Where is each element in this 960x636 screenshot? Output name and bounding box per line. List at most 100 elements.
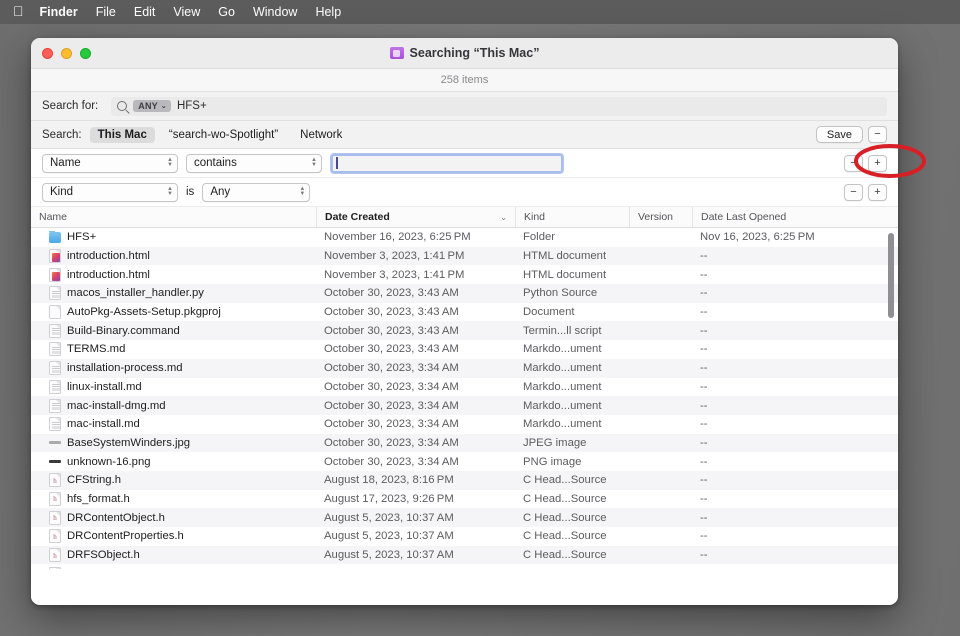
criteria-row-2-controls: − + (844, 184, 887, 201)
markdown-document-icon (49, 361, 61, 375)
file-list[interactable]: HFS+November 16, 2023, 6:25 PMFolderNov … (31, 228, 898, 569)
save-search-button[interactable]: Save (816, 126, 863, 143)
criteria-condition-select-1[interactable]: contains ▲▼ (186, 154, 322, 173)
table-row[interactable]: Build-Binary.commandOctober 30, 2023, 3:… (31, 321, 898, 340)
c-header-icon (49, 473, 61, 487)
cell-date-created: August 17, 2023, 9:26 PM (316, 493, 515, 505)
file-name-label: unknown-16.png (67, 456, 151, 468)
table-row[interactable]: linux-install.mdOctober 30, 2023, 3:34 A… (31, 378, 898, 397)
document-icon (49, 305, 61, 319)
cell-kind: HTML document (515, 269, 629, 281)
search-token-field[interactable]: ANY ⌄ HFS+ (111, 97, 887, 116)
cell-name: mac-install-dmg.md (31, 399, 316, 413)
cell-kind: Markdo...ument (515, 381, 629, 393)
cell-name: hfs_format.h (31, 492, 316, 506)
table-row[interactable]: CFString.hAugust 18, 2023, 8:16 PMC Head… (31, 471, 898, 490)
cell-date-last-opened: -- (692, 362, 882, 374)
markdown-document-icon (49, 417, 61, 431)
menu-bar:  Finder File Edit View Go Window Help (0, 0, 960, 24)
stepper-arrows-icon: ▲▼ (299, 187, 305, 197)
cell-date-created: October 30, 2023, 3:43 AM (316, 306, 515, 318)
menu-item-file[interactable]: File (96, 5, 116, 19)
table-row[interactable]: mac-install-dmg.mdOctober 30, 2023, 3:34… (31, 396, 898, 415)
criteria-attribute-select-2[interactable]: Kind ▲▼ (42, 183, 178, 202)
column-header-date-created-label: Date Created (325, 211, 390, 223)
menu-item-help[interactable]: Help (315, 5, 341, 19)
table-row[interactable]: introduction.htmlNovember 3, 2023, 1:41 … (31, 265, 898, 284)
cell-kind: Termin...ll script (515, 325, 629, 337)
criteria-value-select-2[interactable]: Any ▲▼ (202, 183, 310, 202)
png-image-icon (49, 460, 61, 464)
criteria-attribute-select-1[interactable]: Name ▲▼ (42, 154, 178, 173)
cell-kind: C Head...Source (515, 493, 629, 505)
collapse-criteria-button[interactable]: − (868, 126, 887, 143)
column-header-version[interactable]: Version (629, 207, 692, 227)
criteria-text-input-1[interactable] (330, 153, 564, 174)
cell-name: DRContentProperties.h (31, 529, 316, 543)
remove-criteria-button-1[interactable]: − (844, 155, 863, 172)
file-name-label: CFString.h (67, 474, 121, 486)
criteria-row-1-controls: − + (844, 155, 887, 172)
scope-tab-this-mac[interactable]: This Mac (90, 127, 155, 143)
cell-name: introduction.html (31, 268, 316, 282)
remove-criteria-button-2[interactable]: − (844, 184, 863, 201)
table-row[interactable]: installation-process.mdOctober 30, 2023,… (31, 359, 898, 378)
apple-logo-icon[interactable]:  (13, 4, 24, 18)
menu-item-window[interactable]: Window (253, 5, 297, 19)
search-query-text: HFS+ (177, 100, 207, 112)
cell-name: Build-Binary.command (31, 324, 316, 338)
c-header-icon (49, 529, 61, 543)
file-name-label: hfs_format.h (67, 493, 130, 505)
add-criteria-button-1[interactable]: + (868, 155, 887, 172)
column-header-name[interactable]: Name (31, 207, 316, 227)
cell-name: CFString.h (31, 473, 316, 487)
column-header-date-created[interactable]: Date Created ⌄ (316, 207, 515, 227)
cell-kind: Document (515, 306, 629, 318)
criteria-attribute-value-1: Name (50, 157, 81, 169)
table-row[interactable]: DRFSObject.hAugust 5, 2023, 10:37 AMC He… (31, 546, 898, 565)
cell-date-last-opened: -- (692, 456, 882, 468)
markdown-document-icon (49, 342, 61, 356)
column-header-date-last-opened-label: Date Last Opened (701, 211, 786, 223)
add-criteria-button-2[interactable]: + (868, 184, 887, 201)
cell-date-last-opened: -- (692, 474, 882, 486)
c-header-icon (49, 548, 61, 562)
cell-name: BaseSystemWinders.jpg (31, 437, 316, 449)
file-name-label: TERMS.md (67, 343, 125, 355)
menu-item-view[interactable]: View (173, 5, 200, 19)
any-scope-token[interactable]: ANY ⌄ (133, 100, 171, 112)
column-header-kind[interactable]: Kind (515, 207, 629, 227)
table-row[interactable]: AutoPkg-Assets-Setup.pkgprojOctober 30, … (31, 303, 898, 322)
table-row[interactable]: unknown-16.pngOctober 30, 2023, 3:34 AMP… (31, 452, 898, 471)
cell-kind: Markdo...ument (515, 343, 629, 355)
table-row[interactable]: mac-install.mdOctober 30, 2023, 3:34 AMM… (31, 415, 898, 434)
table-row[interactable]: hfs_format.h August 17, 2023, 9:26 PMC He… (31, 490, 898, 509)
scope-tab-search-wo-spotlight[interactable]: “search-wo-Spotlight” (161, 127, 286, 143)
stepper-arrows-icon: ▲▼ (311, 158, 317, 168)
cell-date-created: October 30, 2023, 3:34 AM (316, 381, 515, 393)
menu-item-go[interactable]: Go (218, 5, 235, 19)
table-row[interactable]: BaseSystemWinders.jpgOctober 30, 2023, 3… (31, 434, 898, 453)
cell-date-last-opened: Nov 16, 2023, 6:25 PM (692, 231, 882, 243)
menu-item-finder[interactable]: Finder (40, 5, 78, 19)
menu-item-edit[interactable]: Edit (134, 5, 156, 19)
vertical-scrollbar-thumb[interactable] (888, 233, 894, 318)
cell-name: macos_installer_handler.py (31, 286, 316, 300)
file-name-label: introduction.html (67, 250, 150, 262)
search-for-bar: Search for: ANY ⌄ HFS+ (31, 92, 898, 121)
scope-tab-network[interactable]: Network (292, 127, 350, 143)
cell-name: TERMS.md (31, 342, 316, 356)
cell-date-created: October 30, 2023, 3:34 AM (316, 400, 515, 412)
column-header-date-last-opened[interactable]: Date Last Opened (692, 207, 882, 227)
table-row[interactable]: HFS+November 16, 2023, 6:25 PMFolderNov … (31, 228, 898, 247)
table-row[interactable]: DRTrack.hAugust 5, 2023, 10:37 AMC Head.… (31, 564, 898, 569)
table-row[interactable]: DRContentObject.hAugust 5, 2023, 10:37 A… (31, 508, 898, 527)
table-row[interactable]: TERMS.mdOctober 30, 2023, 3:43 AMMarkdo.… (31, 340, 898, 359)
cell-name: unknown-16.png (31, 456, 316, 468)
cell-date-created: August 5, 2023, 10:37 AM (316, 512, 515, 524)
shell-script-icon (49, 324, 61, 338)
table-row[interactable]: macos_installer_handler.pyOctober 30, 20… (31, 284, 898, 303)
table-row[interactable]: introduction.htmlNovember 3, 2023, 1:41 … (31, 247, 898, 266)
cell-kind: Markdo...ument (515, 418, 629, 430)
table-row[interactable]: DRContentProperties.hAugust 5, 2023, 10:… (31, 527, 898, 546)
